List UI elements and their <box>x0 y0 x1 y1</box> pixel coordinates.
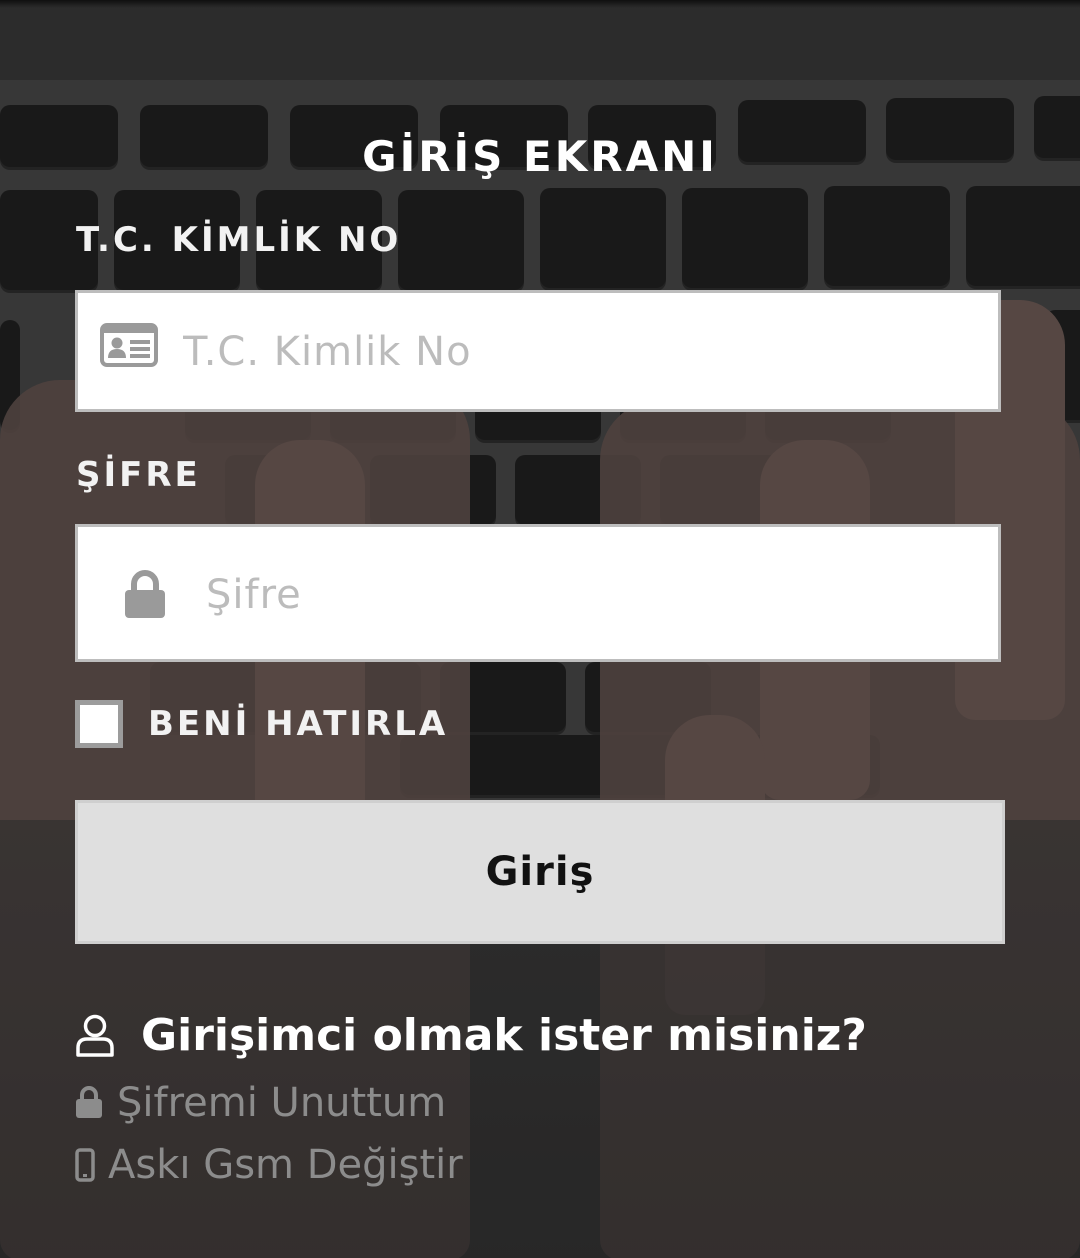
lock-icon <box>125 570 165 618</box>
login-form: GİRİŞ EKRANI T.C. KİMLİK NO ŞİFRE BENİ H… <box>0 0 1080 1258</box>
mobile-phone-icon <box>75 1148 95 1182</box>
login-button[interactable]: Giriş <box>75 800 1005 944</box>
tc-kimlik-label: T.C. KİMLİK NO <box>76 220 402 260</box>
entrepreneur-link-text[interactable]: Girişimci olmak ister misiniz? <box>141 1010 867 1061</box>
remember-me-label[interactable]: BENİ HATIRLA <box>148 704 448 744</box>
id-card-icon <box>100 323 158 367</box>
password-label: ŞİFRE <box>76 455 201 495</box>
user-outline-icon <box>76 1014 114 1057</box>
tc-kimlik-input[interactable] <box>183 325 963 379</box>
password-input[interactable] <box>206 567 966 623</box>
lock-icon <box>76 1086 102 1118</box>
remember-me-checkbox[interactable] <box>75 700 123 748</box>
tc-kimlik-field[interactable] <box>75 290 1001 412</box>
change-gsm-text[interactable]: Askı Gsm Değiştir <box>108 1142 463 1188</box>
password-field[interactable] <box>75 524 1001 662</box>
page-title: GİRİŞ EKRANI <box>362 132 718 181</box>
forgot-password-text[interactable]: Şifremi Unuttum <box>117 1080 446 1126</box>
